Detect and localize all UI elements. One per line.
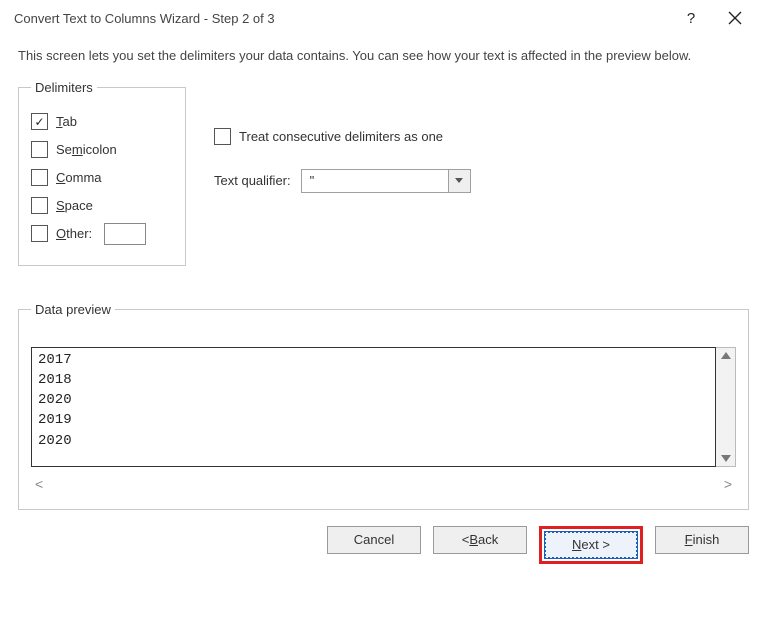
preview-row: 2018 — [38, 370, 709, 390]
scroll-up-icon[interactable] — [721, 352, 731, 359]
delimiter-semicolon-row[interactable]: Semicolon — [31, 139, 173, 161]
data-preview-box: 2017 2018 2020 2019 2020 — [31, 347, 716, 467]
data-preview-legend: Data preview — [31, 302, 115, 317]
finish-button[interactable]: Finish — [655, 526, 749, 554]
cancel-button[interactable]: Cancel — [327, 526, 421, 554]
delimiter-other-row[interactable]: Other: — [31, 223, 173, 245]
button-bar: Cancel < Back Next > Finish — [0, 510, 767, 564]
delimiter-tab-row[interactable]: ✓ Tab — [31, 111, 173, 133]
treat-consecutive-label: Treat consecutive delimiters as one — [239, 129, 443, 144]
treat-consecutive-row[interactable]: Treat consecutive delimiters as one — [214, 128, 471, 145]
delimiters-legend: Delimiters — [31, 80, 97, 95]
text-qualifier-select[interactable]: " — [301, 169, 471, 193]
help-icon[interactable]: ? — [669, 3, 713, 33]
delimiter-space-label: Space — [56, 198, 93, 213]
text-qualifier-dropdown-button[interactable] — [448, 170, 470, 192]
delimiter-comma-label: Comma — [56, 170, 102, 185]
titlebar: Convert Text to Columns Wizard - Step 2 … — [0, 0, 767, 36]
window-title: Convert Text to Columns Wizard - Step 2 … — [14, 11, 669, 26]
close-icon[interactable] — [713, 3, 757, 33]
scroll-right-icon[interactable]: > — [724, 476, 732, 492]
text-qualifier-value: " — [302, 173, 323, 188]
description-text: This screen lets you set the delimiters … — [18, 46, 749, 66]
preview-row: 2020 — [38, 431, 709, 451]
delimiter-comma-checkbox[interactable] — [31, 169, 48, 186]
back-button[interactable]: < Back — [433, 526, 527, 554]
delimiter-other-checkbox[interactable] — [31, 225, 48, 242]
delimiter-other-label: Other: — [56, 226, 92, 241]
delimiter-tab-checkbox[interactable]: ✓ — [31, 113, 48, 130]
chevron-down-icon — [455, 178, 463, 183]
delimiter-semicolon-label: Semicolon — [56, 142, 117, 157]
delimiter-tab-label: Tab — [56, 114, 77, 129]
text-qualifier-label: Text qualifier: — [214, 173, 291, 188]
preview-row: 2019 — [38, 410, 709, 430]
scroll-down-icon[interactable] — [721, 455, 731, 462]
next-button-highlight: Next > — [539, 526, 643, 564]
delimiter-space-checkbox[interactable] — [31, 197, 48, 214]
delimiters-group: Delimiters ✓ Tab Semicolon Comma Space O… — [18, 80, 186, 266]
treat-consecutive-checkbox[interactable] — [214, 128, 231, 145]
scroll-left-icon[interactable]: < — [35, 476, 43, 492]
delimiter-space-row[interactable]: Space — [31, 195, 173, 217]
data-preview-group: Data preview 2017 2018 2020 2019 2020 < … — [18, 302, 749, 510]
delimiter-other-input[interactable] — [104, 223, 146, 245]
preview-row: 2020 — [38, 390, 709, 410]
preview-row: 2017 — [38, 350, 709, 370]
delimiter-semicolon-checkbox[interactable] — [31, 141, 48, 158]
next-button[interactable]: Next > — [544, 531, 638, 559]
vertical-scrollbar[interactable] — [716, 347, 736, 467]
delimiter-comma-row[interactable]: Comma — [31, 167, 173, 189]
horizontal-scrollbar[interactable]: < > — [31, 475, 736, 493]
